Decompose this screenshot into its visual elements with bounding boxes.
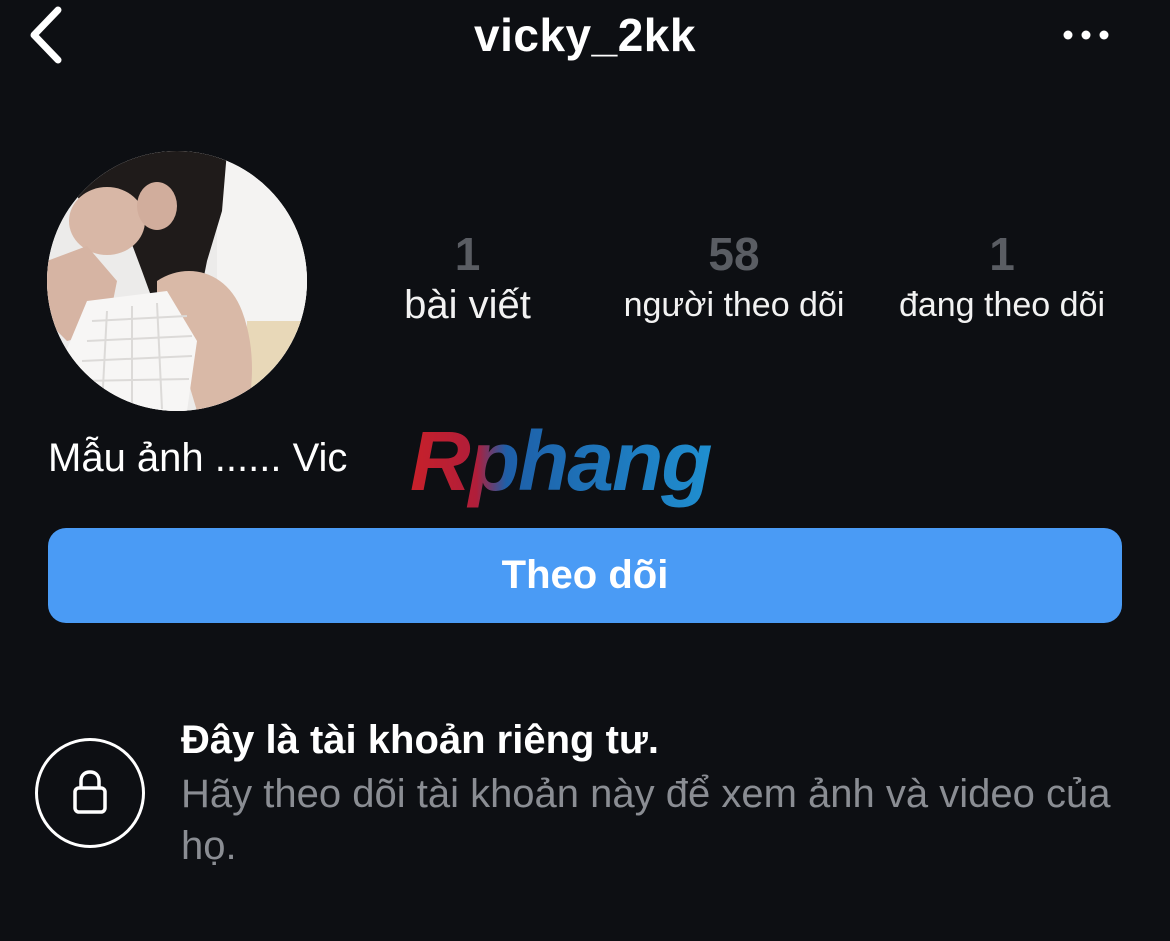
private-account-title: Đây là tài khoản riêng tư. (181, 718, 659, 762)
following-count-label: đang theo dõi (898, 286, 1106, 324)
profile-photo (47, 151, 307, 411)
posts-count: 1 bài viết (380, 226, 555, 328)
following-count-value: 1 (989, 228, 1015, 280)
profile-username: vicky_2kk (474, 9, 696, 61)
follow-button[interactable]: Theo dõi (48, 528, 1122, 623)
posts-count-label: bài viết (404, 283, 531, 327)
avatar[interactable] (47, 151, 307, 411)
more-options-button[interactable] (1056, 22, 1116, 48)
svg-text:Rphang: Rphang (410, 418, 711, 508)
lock-icon (73, 770, 107, 814)
followers-count-label: người theo dõi (623, 286, 845, 324)
following-count[interactable]: 1 đang theo dõi (876, 226, 1128, 328)
top-navigation-bar: vicky_2kk (0, 0, 1170, 80)
private-account-description: Hãy theo dõi tài khoản này để xem ảnh và… (181, 772, 1111, 868)
followers-count-value: 58 (708, 228, 760, 280)
lock-badge (35, 738, 145, 848)
watermark-logo: Rphang (408, 418, 768, 518)
posts-count-value: 1 (454, 228, 481, 280)
followers-count[interactable]: 58 người theo dõi (608, 226, 860, 328)
more-horizontal-icon (1063, 30, 1109, 40)
profile-bio: Mẫu ảnh ...... Vic (48, 436, 348, 480)
